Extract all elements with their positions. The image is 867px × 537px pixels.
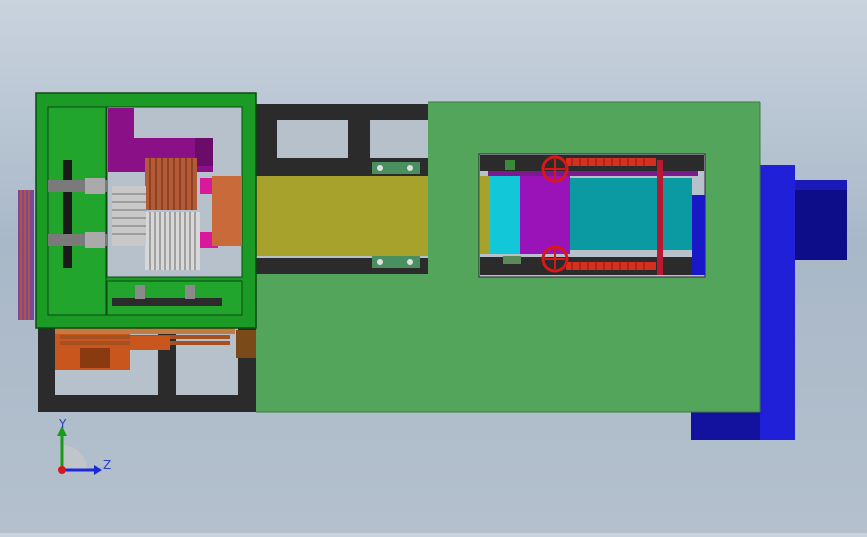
cad-assembly-drawing: Y Z: [18, 92, 847, 475]
gearbox-housing: [35, 92, 257, 329]
z-axis-label: Z: [103, 458, 111, 472]
coordinate-triad-icon: Y Z: [57, 417, 111, 475]
lower-frame: [38, 325, 258, 412]
cad-viewport[interactable]: Y Z: [0, 0, 867, 533]
panel-window: [478, 153, 706, 278]
drive-pulley: [18, 190, 34, 320]
y-axis-label: Y: [58, 417, 67, 431]
linear-rail: [238, 176, 430, 256]
